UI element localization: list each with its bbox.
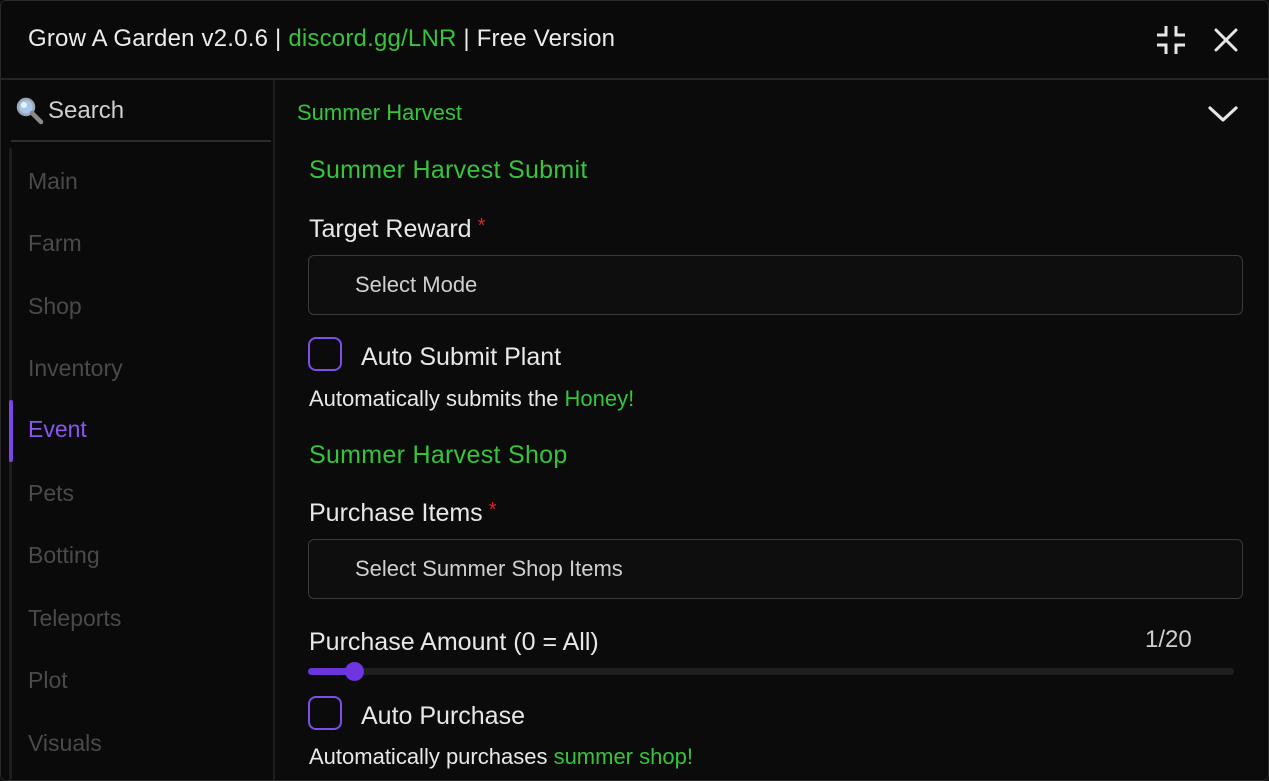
target-reward-text: Target Reward <box>309 215 472 243</box>
target-reward-label: Target Reward * <box>309 215 485 244</box>
auto-purchase-checkbox[interactable] <box>308 696 342 730</box>
collapse-icon <box>1157 26 1185 54</box>
main-content: Summer Harvest Summer Harvest Submit Tar… <box>275 80 1268 780</box>
slider-thumb[interactable] <box>345 662 364 681</box>
sidebar-item-label: Main <box>28 168 78 194</box>
sidebar-item-event[interactable]: Event <box>9 400 259 462</box>
active-indicator <box>9 400 13 462</box>
target-reward-dropdown[interactable]: Select Mode <box>308 255 1243 315</box>
title-prefix: Grow A Garden v2.0.6 | <box>28 25 289 52</box>
auto-submit-desc-text: Automatically submits the <box>309 386 565 411</box>
auto-purchase-desc-highlight: summer shop! <box>553 744 693 769</box>
purchase-items-text: Purchase Items <box>309 499 483 527</box>
purchase-amount-value: 1/20 <box>1145 626 1192 653</box>
auto-submit-desc-highlight: Honey! <box>564 386 635 411</box>
sidebar-item-main[interactable]: Main <box>9 158 259 206</box>
sidebar-item-label: Farm <box>28 230 82 256</box>
auto-submit-description: Automatically submits the Honey! <box>309 386 634 412</box>
chevron-down-icon[interactable] <box>1205 102 1241 126</box>
sidebar-item-label: Visuals <box>28 730 102 756</box>
required-marker: * <box>477 215 486 237</box>
close-icon <box>1214 28 1238 52</box>
sidebar-item-label: Event <box>28 416 87 442</box>
minimize-button[interactable] <box>1154 23 1188 57</box>
sidebar-item-inventory[interactable]: Inventory <box>9 345 259 393</box>
sidebar-item-teleports[interactable]: Teleports <box>9 595 259 643</box>
title-bar: Grow A Garden v2.0.6 | discord.gg/LNR | … <box>1 1 1268 80</box>
auto-submit-label: Auto Submit Plant <box>361 343 562 371</box>
auto-purchase-description: Automatically purchases summer shop! <box>309 744 693 770</box>
search-icon <box>16 97 44 125</box>
app-window: Grow A Garden v2.0.6 | discord.gg/LNR | … <box>0 0 1269 781</box>
section-title[interactable]: Summer Harvest <box>297 100 462 126</box>
window-title: Grow A Garden v2.0.6 | discord.gg/LNR | … <box>28 25 615 53</box>
sidebar-item-label: Botting <box>28 542 100 568</box>
sidebar-item-label: Pets <box>28 480 75 506</box>
purchase-items-dropdown[interactable]: Select Summer Shop Items <box>308 539 1243 599</box>
shop-heading: Summer Harvest Shop <box>309 441 568 469</box>
purchase-amount-slider[interactable] <box>308 662 1234 681</box>
purchase-items-label: Purchase Items * <box>309 499 496 528</box>
auto-submit-checkbox[interactable] <box>308 337 342 371</box>
close-button[interactable] <box>1209 23 1243 57</box>
search-box[interactable]: Search <box>11 92 271 142</box>
target-reward-value: Select Mode <box>355 272 478 297</box>
sidebar-item-visuals[interactable]: Visuals <box>9 720 259 768</box>
sidebar: Search Main Farm Shop Inventory Event Pe… <box>1 80 275 780</box>
title-suffix: | Free Version <box>456 25 616 52</box>
sidebar-item-plot[interactable]: Plot <box>9 657 259 705</box>
search-input[interactable]: Search <box>48 97 124 125</box>
sidebar-item-label: Plot <box>28 667 68 693</box>
discord-link[interactable]: discord.gg/LNR <box>288 25 456 52</box>
sidebar-item-pets[interactable]: Pets <box>9 470 259 518</box>
sidebar-item-farm[interactable]: Farm <box>9 220 259 268</box>
sidebar-item-label: Inventory <box>28 355 123 381</box>
sidebar-item-shop[interactable]: Shop <box>9 283 259 331</box>
auto-purchase-desc-text: Automatically purchases <box>309 744 554 769</box>
sidebar-item-label: Teleports <box>28 605 122 631</box>
purchase-amount-label: Purchase Amount (0 = All) <box>309 628 599 656</box>
sidebar-item-botting[interactable]: Botting <box>9 532 259 580</box>
required-marker: * <box>488 499 497 521</box>
auto-purchase-label: Auto Purchase <box>361 702 525 730</box>
purchase-items-value: Select Summer Shop Items <box>355 556 623 581</box>
sidebar-item-label: Shop <box>28 293 82 319</box>
submit-heading: Summer Harvest Submit <box>309 156 588 184</box>
